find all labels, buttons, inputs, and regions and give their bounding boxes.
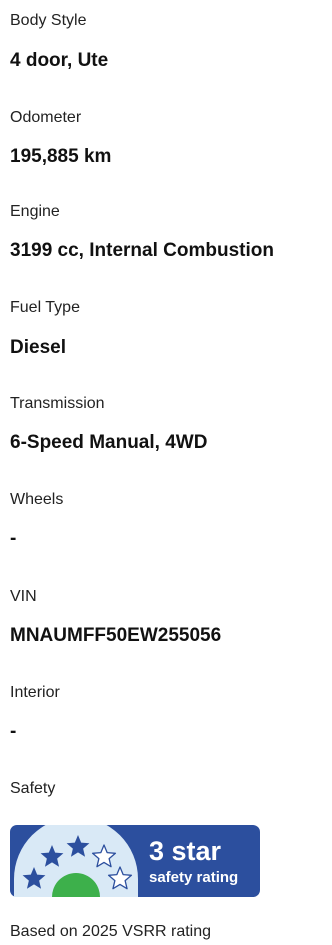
spec-label: Fuel Type [10,299,80,316]
badge-caption-text: safety rating [149,869,238,886]
spec-value: 4 door, Ute [10,50,109,71]
spec-label: Body Style [10,12,87,29]
spec-label: Safety [10,780,56,797]
spec-label: Engine [10,203,60,220]
safety-footnote: Based on 2025 VSRR rating [10,923,212,940]
badge-rating-text: 3 star [149,836,222,866]
safety-rating-badge-graphic: 3 star safety rating [10,817,260,897]
spec-label: Transmission [10,395,105,412]
safety-rating-badge: 3 star safety rating [10,817,260,897]
spec-value: 6-Speed Manual, 4WD [10,432,208,453]
spec-value: - [10,528,17,549]
spec-value: - [10,721,17,742]
spec-value: Diesel [10,337,66,358]
spec-value: 195,885 km [10,146,112,167]
spec-value: MNAUMFF50EW255056 [10,625,222,646]
spec-label: Odometer [10,109,82,126]
spec-label: Wheels [10,491,64,508]
spec-value: 3199 cc, Internal Combustion [10,240,274,261]
spec-label: Interior [10,684,60,701]
spec-label: VIN [10,588,37,605]
